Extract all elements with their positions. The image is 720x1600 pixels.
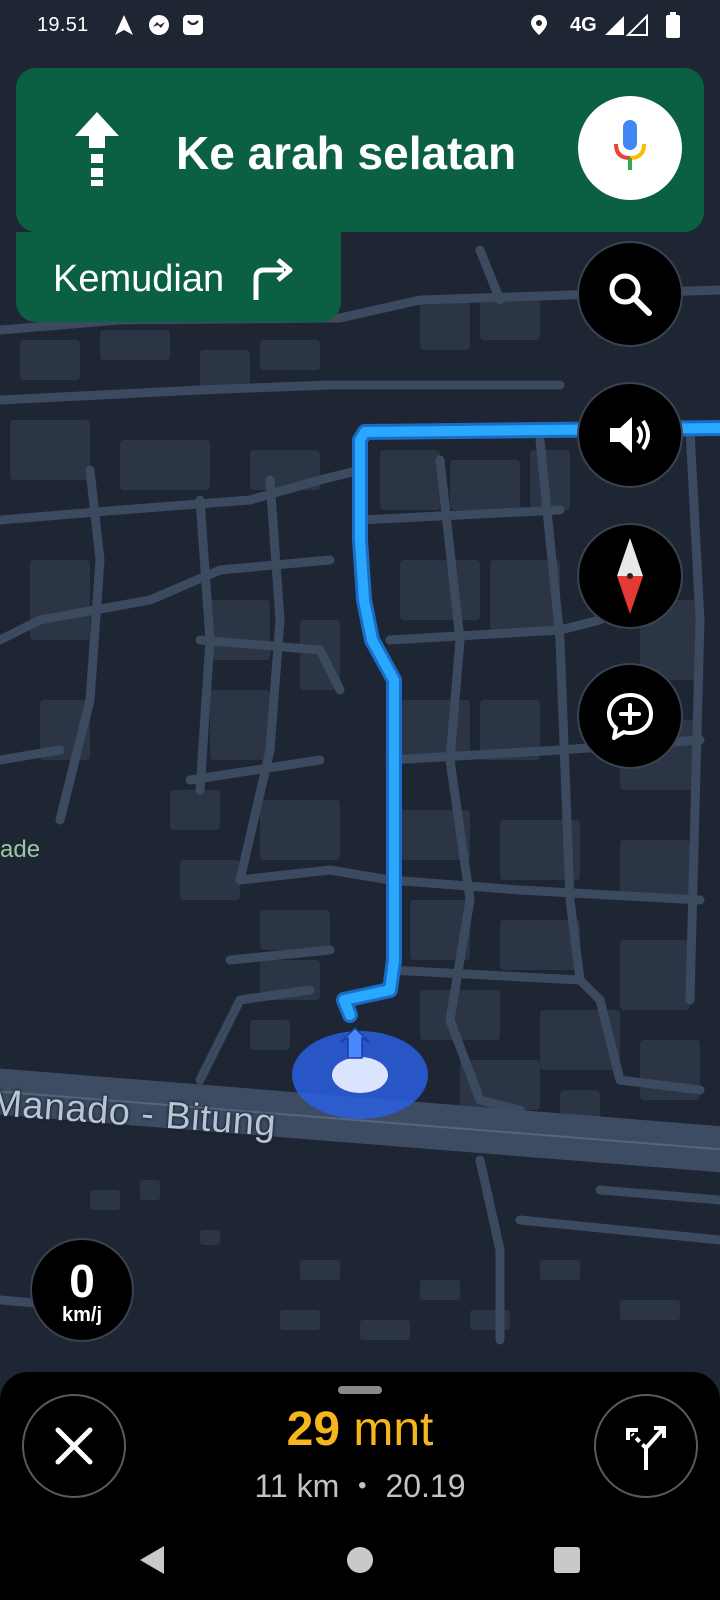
trip-distance: 11 km	[254, 1468, 340, 1504]
alternate-routes-icon	[626, 1426, 666, 1470]
network-type: 4G	[570, 14, 597, 36]
then-label: Kemudian	[53, 258, 225, 300]
voice-search-button[interactable]	[578, 96, 682, 200]
messenger-icon	[148, 14, 170, 42]
eta-unit: mnt	[353, 1403, 434, 1456]
trip-summary-sheet[interactable]: 29 mnt 11 km • 20.19	[0, 1372, 720, 1520]
place-label: ade	[0, 836, 41, 863]
volume-icon	[610, 417, 650, 453]
add-report-icon	[607, 693, 653, 740]
signal-icon	[604, 13, 650, 42]
shopping-bag-icon	[182, 14, 204, 42]
direction-text: Ke arah selatan	[176, 127, 517, 179]
compass-button[interactable]	[577, 523, 683, 629]
google-mic-icon	[614, 120, 646, 170]
next-maneuver-banner[interactable]: Kemudian	[16, 232, 341, 322]
speedometer: 0 km/j	[30, 1238, 134, 1342]
compass-icon	[617, 538, 643, 614]
eta-value: 29	[286, 1403, 341, 1456]
location-pin-icon	[530, 14, 548, 42]
direction-banner[interactable]: Ke arah selatan	[16, 68, 704, 232]
turn-right-icon	[248, 254, 296, 307]
status-time: 19.51	[37, 14, 89, 36]
battery-icon	[666, 12, 680, 44]
trip-separator: •	[358, 1472, 367, 1499]
search-button[interactable]	[577, 241, 683, 347]
recents-icon[interactable]	[553, 1546, 581, 1574]
straight-arrow-icon	[71, 110, 123, 191]
mute-button[interactable]	[577, 382, 683, 488]
add-report-button[interactable]	[577, 663, 683, 769]
navigation-screen: 19.51 4G Ke arah selatan Kemudian ade Ma…	[0, 0, 720, 1600]
speed-value: 0	[69, 1255, 95, 1307]
sheet-drag-handle[interactable]	[338, 1386, 382, 1394]
alternate-routes-button[interactable]	[594, 1394, 698, 1498]
home-icon[interactable]	[346, 1546, 374, 1574]
search-icon	[609, 273, 652, 316]
speed-unit: km/j	[61, 1304, 103, 1326]
arrival-time: 20.19	[385, 1468, 466, 1504]
back-icon[interactable]	[136, 1544, 168, 1576]
status-bar: 19.51 4G	[0, 0, 720, 52]
navigation-arrow-icon	[114, 14, 134, 42]
system-navigation-bar	[0, 1520, 720, 1600]
